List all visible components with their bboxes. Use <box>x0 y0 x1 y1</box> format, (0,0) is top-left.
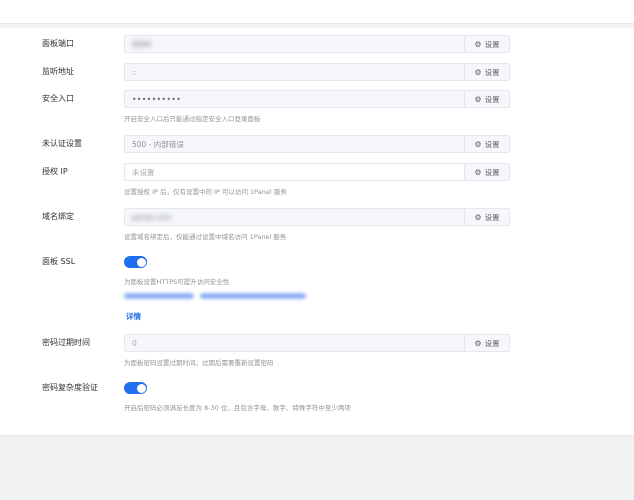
listen-settings-button[interactable]: ⚙ 设置 <box>464 64 509 80</box>
complexity-hint: 开启后密码必须满足长度为 8-30 位，且包含字母、数字、特殊字符中至少两项 <box>124 404 351 412</box>
allow-ip-settings-button-label: 设置 <box>484 167 500 177</box>
unauth-settings-button-label: 设置 <box>484 139 500 149</box>
unauth-label: 未认证设置 <box>42 139 82 148</box>
ssl-detail-link[interactable]: 详情 <box>126 311 141 322</box>
domain-settings-button-label: 设置 <box>484 212 500 222</box>
ssl-label: 面板 SSL <box>42 257 76 266</box>
listen-label: 监听地址 <box>42 67 74 76</box>
domain-value: panel.com <box>132 212 172 222</box>
complexity-toggle[interactable] <box>124 382 147 394</box>
expiration-hint: 为面板密码设置过期时间，过期后需要重新设置密码 <box>124 359 274 367</box>
domain-field[interactable]: panel.com ⚙ 设置 <box>124 208 510 226</box>
entrance-settings-button-label: 设置 <box>484 94 500 104</box>
unauth-value: 500 - 内部错误 <box>132 139 184 149</box>
port-field[interactable]: 8888 ⚙ 设置 <box>124 35 510 53</box>
entrance-hint: 开启安全入口后只能通过指定安全入口登录面板 <box>124 115 261 123</box>
entrance-settings-button[interactable]: ⚙ 设置 <box>464 91 509 107</box>
allow-ip-hint: 设置授权 IP 后，仅有设置中的 IP 可以访问 1Panel 服务 <box>124 188 287 196</box>
domain-hint: 设置域名绑定后，仅能通过设置中域名访问 1Panel 服务 <box>124 233 287 241</box>
listen-field[interactable]: :: ⚙ 设置 <box>124 63 510 81</box>
unauth-field[interactable]: 500 - 内部错误 ⚙ 设置 <box>124 135 510 153</box>
port-settings-button-label: 设置 <box>484 39 500 49</box>
gear-icon: ⚙ <box>474 167 482 177</box>
domain-settings-button[interactable]: ⚙ 设置 <box>464 209 509 225</box>
expiration-label: 密码过期时间 <box>42 338 90 347</box>
port-settings-button[interactable]: ⚙ 设置 <box>464 36 509 52</box>
gear-icon: ⚙ <box>474 338 482 348</box>
expiration-value: 0 <box>132 338 137 348</box>
allow-ip-placeholder: 未设置 <box>132 167 155 177</box>
gear-icon: ⚙ <box>474 212 482 222</box>
entrance-field[interactable]: •••••••••• ⚙ 设置 <box>124 90 510 108</box>
expiration-field[interactable]: 0 ⚙ 设置 <box>124 334 510 352</box>
listen-settings-button-label: 设置 <box>484 67 500 77</box>
allow-ip-settings-button[interactable]: ⚙ 设置 <box>464 164 509 180</box>
settings-card: 面板端口 8888 ⚙ 设置 监听地址 :: ⚙ 设置 安全入口 •••••••… <box>0 28 634 435</box>
port-value: 8888 <box>132 39 152 49</box>
complexity-label: 密码复杂度验证 <box>42 383 98 392</box>
ssl-blurred-link[interactable] <box>200 293 306 299</box>
gear-icon: ⚙ <box>474 39 482 49</box>
listen-value: :: <box>132 67 138 77</box>
gear-icon: ⚙ <box>474 139 482 149</box>
top-bar <box>0 0 634 24</box>
gear-icon: ⚙ <box>474 67 482 77</box>
entrance-label: 安全入口 <box>42 94 74 103</box>
ssl-toggle[interactable] <box>124 256 147 268</box>
port-label: 面板端口 <box>42 39 74 48</box>
allow-ip-label: 授权 IP <box>42 167 68 176</box>
unauth-settings-button[interactable]: ⚙ 设置 <box>464 136 509 152</box>
entrance-value: •••••••••• <box>132 94 182 104</box>
gear-icon: ⚙ <box>474 94 482 104</box>
ssl-hint: 为面板设置HTTPS可提升访问安全性 <box>124 278 230 286</box>
expiration-settings-button[interactable]: ⚙ 设置 <box>464 335 509 351</box>
allow-ip-field[interactable]: 未设置 ⚙ 设置 <box>124 163 510 181</box>
domain-label: 域名绑定 <box>42 212 74 221</box>
ssl-blurred-link[interactable] <box>124 293 194 299</box>
expiration-settings-button-label: 设置 <box>484 338 500 348</box>
